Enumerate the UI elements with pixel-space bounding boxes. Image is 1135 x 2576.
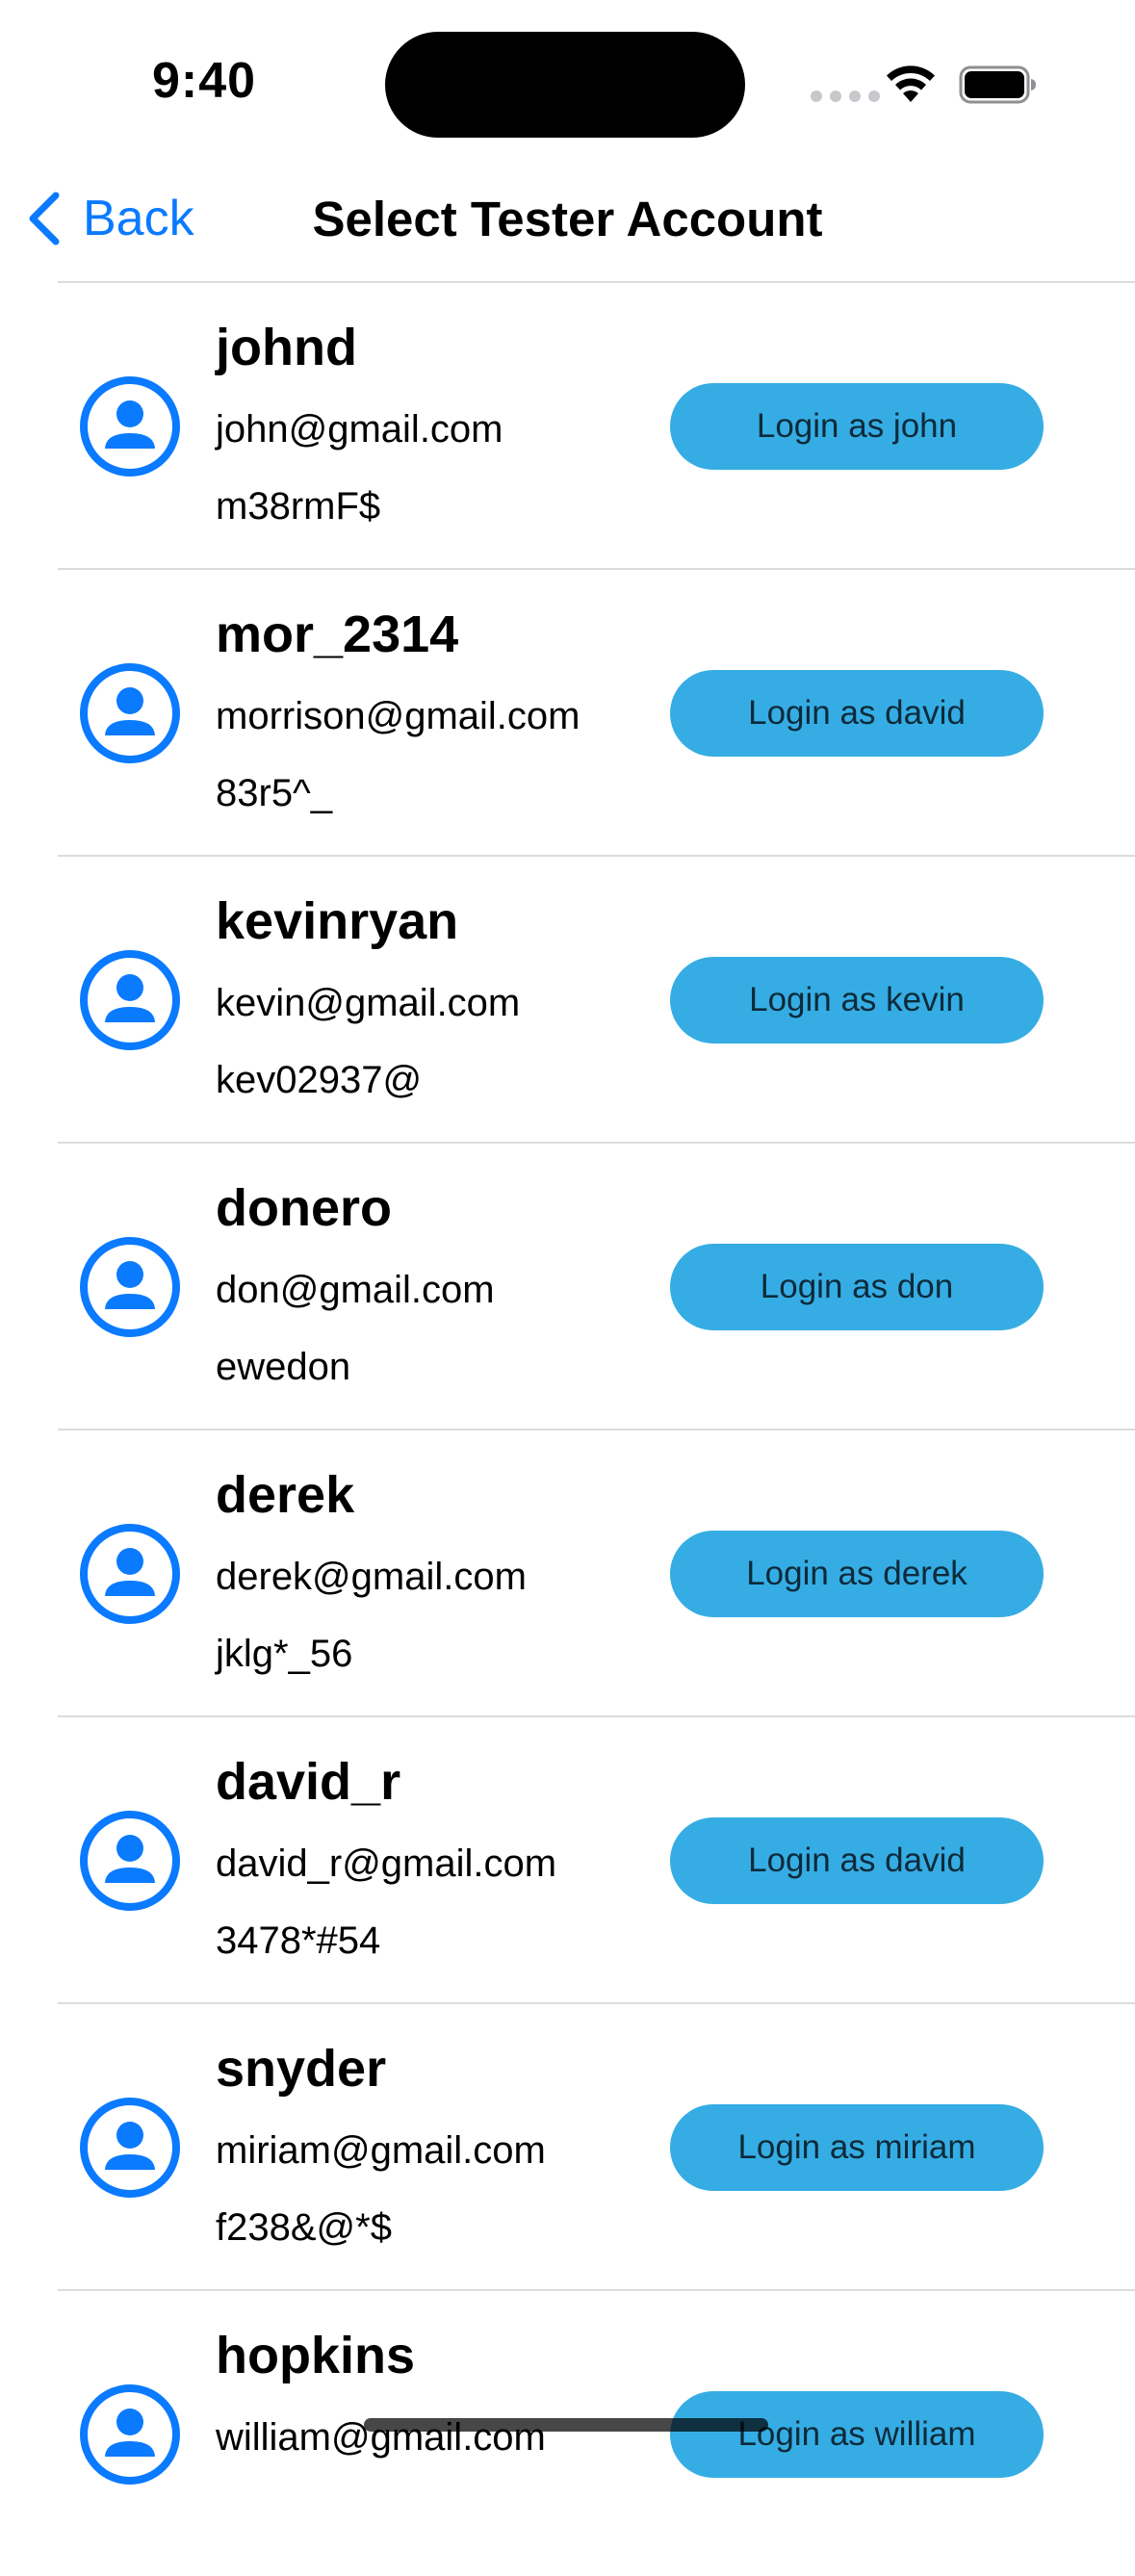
- email: john@gmail.com: [216, 408, 503, 451]
- login-button[interactable]: Login as john: [670, 383, 1044, 470]
- email: kevin@gmail.com: [216, 982, 521, 1024]
- password: 83r5^_: [216, 772, 333, 814]
- login-button[interactable]: Login as david: [670, 1817, 1044, 1904]
- login-button[interactable]: Login as derek: [670, 1531, 1044, 1617]
- person-circle-icon: [80, 2098, 180, 2198]
- username: donero: [216, 1179, 392, 1237]
- page-title: Select Tester Account: [0, 191, 1135, 247]
- status-bar: 9:40: [0, 0, 1135, 164]
- list-item: david_r david_r@gmail.com 3478*#54 Login…: [58, 1715, 1135, 2002]
- password: m38rmF$: [216, 485, 381, 528]
- login-button[interactable]: Login as kevin: [670, 957, 1044, 1043]
- password: ewedon: [216, 1346, 351, 1388]
- username: mor_2314: [216, 605, 459, 663]
- person-circle-icon: [80, 1524, 180, 1624]
- list-item: snyder miriam@gmail.com f238&@*$ Login a…: [58, 2002, 1135, 2289]
- password: kev02937@: [216, 1059, 423, 1101]
- status-time: 9:40: [152, 53, 257, 109]
- username: snyder: [216, 2040, 387, 2098]
- home-indicator: [364, 2418, 768, 2432]
- username: david_r: [216, 1753, 401, 1811]
- email: morrison@gmail.com: [216, 695, 580, 737]
- page-title-text: Select Tester Account: [312, 192, 823, 246]
- username: kevinryan: [216, 892, 459, 950]
- wifi-icon: [887, 65, 935, 102]
- username: derek: [216, 1466, 355, 1524]
- email: don@gmail.com: [216, 1269, 495, 1311]
- login-button[interactable]: Login as david: [670, 670, 1044, 757]
- person-circle-icon: [80, 663, 180, 763]
- list-item: donero don@gmail.com ewedon Login as don: [58, 1142, 1135, 1429]
- login-button[interactable]: Login as william: [670, 2391, 1044, 2478]
- person-circle-icon: [80, 2384, 180, 2485]
- list-item: johnd john@gmail.com m38rmF$ Login as jo…: [58, 281, 1135, 568]
- username: hopkins: [216, 2327, 416, 2384]
- person-circle-icon: [80, 1811, 180, 1911]
- list-item: derek derek@gmail.com jklg*_56 Login as …: [58, 1429, 1135, 1715]
- list-item: kevinryan kevin@gmail.com kev02937@ Logi…: [58, 855, 1135, 1142]
- login-button[interactable]: Login as miriam: [670, 2104, 1044, 2191]
- login-button[interactable]: Login as don: [670, 1244, 1044, 1330]
- cellular-signal-icon: [811, 90, 880, 102]
- password: jklg*_56: [216, 1633, 353, 1675]
- password: 3478*#54: [216, 1919, 381, 1962]
- person-circle-icon: [80, 1237, 180, 1337]
- account-list: johnd john@gmail.com m38rmF$ Login as jo…: [0, 281, 1135, 2576]
- dynamic-island: [385, 32, 745, 138]
- email: miriam@gmail.com: [216, 2129, 546, 2172]
- list-item: hopkins william@gmail.com Login as willi…: [58, 2289, 1135, 2576]
- email: derek@gmail.com: [216, 1556, 527, 1598]
- email: david_r@gmail.com: [216, 1842, 557, 1885]
- person-circle-icon: [80, 376, 180, 477]
- list-item: mor_2314 morrison@gmail.com 83r5^_ Login…: [58, 568, 1135, 855]
- battery-icon: [959, 65, 1036, 104]
- username: johnd: [216, 319, 357, 376]
- password: f238&@*$: [216, 2206, 392, 2249]
- person-circle-icon: [80, 950, 180, 1050]
- navigation-bar: Back Select Tester Account: [0, 164, 1135, 281]
